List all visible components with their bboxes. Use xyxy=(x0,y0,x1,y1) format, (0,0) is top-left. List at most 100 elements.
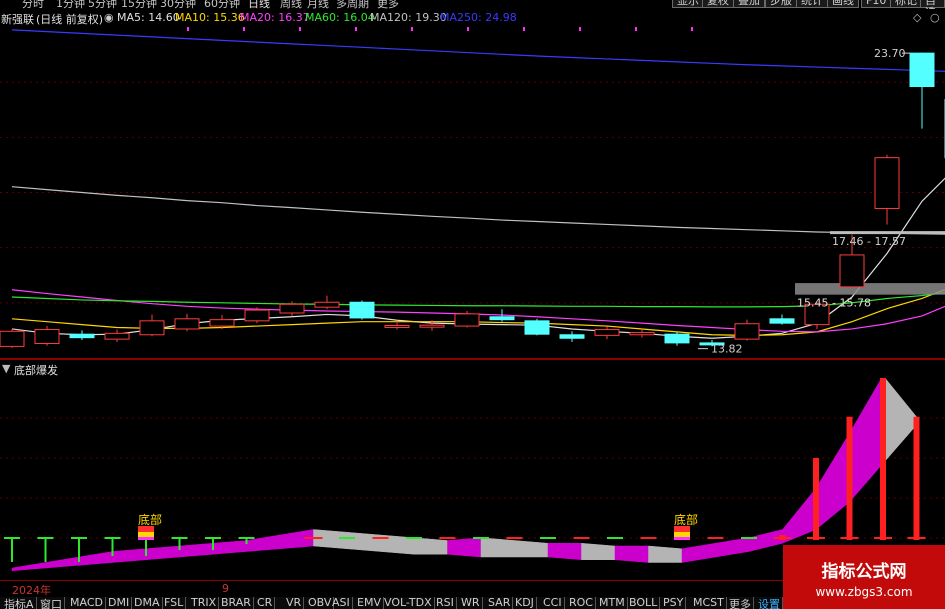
tab-period-more[interactable]: 更多 xyxy=(377,0,399,9)
indicator-tab[interactable]: FSL xyxy=(162,597,187,609)
candle xyxy=(104,332,130,340)
tab-period-weekly[interactable]: 周线 xyxy=(280,0,302,9)
ma10-legend: MA10: 15.36 xyxy=(175,11,245,24)
ma20-legend: MA20: 16.37 xyxy=(240,11,310,24)
resistance-zone-label: 17.46 - 17.57 xyxy=(832,235,906,248)
watermark-logo: 指标公式网 www.zbgs3.com xyxy=(783,545,945,609)
signal-label: 底部 xyxy=(138,512,162,527)
support-zone-label: 15.45 - 15.78 xyxy=(797,297,871,310)
red-bar xyxy=(913,416,920,540)
candle xyxy=(34,329,60,344)
ma120-line xyxy=(11,186,945,235)
tab-period-multi[interactable]: 多周期 xyxy=(336,0,369,9)
adjust-button[interactable]: 复权 xyxy=(702,0,734,8)
band-segment xyxy=(11,562,46,572)
candle xyxy=(734,323,760,340)
indicator-tab[interactable]: 窗口 xyxy=(38,597,65,609)
band-segment xyxy=(681,542,716,563)
indicator-tab[interactable]: TRIX xyxy=(189,597,220,609)
indicator-name: 底部爆发 xyxy=(14,364,58,377)
top-marker xyxy=(411,27,413,31)
stats-button[interactable]: 统计 xyxy=(796,0,828,8)
indicator-tab[interactable]: DMA xyxy=(132,597,163,609)
indicator-tab[interactable]: MACD xyxy=(68,597,106,609)
candle xyxy=(559,334,585,339)
indicator-tab[interactable]: WR xyxy=(459,597,483,609)
watchlist-button[interactable]: 自选 xyxy=(920,0,945,9)
tab-period-2[interactable]: 1分钟 xyxy=(56,0,85,9)
red-bar xyxy=(846,416,853,540)
diamond-icon[interactable]: ◇ xyxy=(913,11,921,24)
indicator-tab[interactable]: ROC xyxy=(567,597,596,609)
band-segment xyxy=(45,556,80,569)
step-button[interactable]: 步版 xyxy=(765,0,797,8)
indicator-tab[interactable]: CR xyxy=(255,597,276,609)
candle xyxy=(384,324,410,328)
ma250-line xyxy=(11,29,945,72)
band-segment xyxy=(447,537,482,558)
indicator-tab[interactable]: BRAR xyxy=(219,597,254,609)
indicator-tab[interactable]: PSY xyxy=(661,597,687,609)
signal-marker-magenta xyxy=(674,537,690,540)
indicator-tab[interactable]: ASI xyxy=(330,597,353,609)
band-segment xyxy=(279,529,314,550)
chevron-down-icon[interactable]: ▼ xyxy=(2,362,10,375)
red-bar xyxy=(880,378,886,540)
tab-period-6[interactable]: 60分钟 xyxy=(204,0,240,9)
ma60-legend: MA60: 16.04 xyxy=(305,11,375,24)
indicator-tab[interactable]: RSI xyxy=(434,597,457,609)
band-segment xyxy=(882,378,917,465)
band-segment xyxy=(313,529,348,550)
band-segment xyxy=(581,542,616,560)
band-segment xyxy=(648,545,683,563)
draw-line-button[interactable]: 画线 xyxy=(827,0,859,8)
indicator-tab[interactable]: CCI xyxy=(541,597,565,609)
pane-divider[interactable] xyxy=(0,358,945,360)
circle-icon[interactable]: ○ xyxy=(930,11,940,24)
band-segment xyxy=(614,545,649,563)
band-segment xyxy=(212,540,247,555)
candle xyxy=(244,309,270,322)
high-price-label: 23.70 xyxy=(874,47,906,60)
tab-period-daily[interactable]: 日线 xyxy=(248,0,270,9)
watermark-url: www.zbgs3.com xyxy=(815,585,913,599)
indicator-tab[interactable]: SAR xyxy=(486,597,514,609)
tab-period-1[interactable]: 分时 xyxy=(22,0,44,9)
candle xyxy=(909,52,935,88)
ma5-legend: MA5: 14.60 xyxy=(117,11,180,24)
candle xyxy=(664,333,690,344)
stock-name: 新强联 xyxy=(1,13,34,26)
price-chart[interactable]: 23.70 13.82 17.46 - 17.57 15.45 - 15.78 xyxy=(0,27,945,358)
top-marker xyxy=(579,27,581,31)
settings-circle-icon[interactable]: ◉ xyxy=(104,11,114,24)
indicator-tab[interactable]: BOLL xyxy=(627,597,661,609)
band-segment xyxy=(715,537,750,558)
band-segment xyxy=(112,548,147,563)
indicator-tab[interactable]: MTM xyxy=(597,597,628,609)
overlay-button[interactable]: 叠加 xyxy=(733,0,765,8)
tab-period-5[interactable]: 30分钟 xyxy=(160,0,196,9)
tab-period-3[interactable]: 5分钟 xyxy=(88,0,117,9)
indicator-tab[interactable]: 更多 xyxy=(727,597,754,609)
indicator-tab[interactable]: KDJ xyxy=(513,597,537,609)
indicator-tab[interactable]: VOL-TDX xyxy=(382,597,435,609)
f10-button[interactable]: F10 xyxy=(861,0,892,8)
indicator-tab[interactable]: 设置 xyxy=(756,597,783,609)
signal-marker-magenta xyxy=(138,537,154,540)
signal-label: 底部 xyxy=(674,512,698,527)
candle xyxy=(209,319,235,327)
indicator-tab[interactable]: EMV xyxy=(355,597,384,609)
band-segment xyxy=(78,551,113,566)
indicator-tab[interactable]: 指标A xyxy=(2,597,37,609)
tab-period-monthly[interactable]: 月线 xyxy=(307,0,329,9)
indicator-tab[interactable]: MCST xyxy=(691,597,727,609)
candle xyxy=(279,303,305,314)
display-button[interactable]: 显示 xyxy=(672,0,704,8)
candle xyxy=(839,254,865,288)
signal-marker-yellow xyxy=(674,532,690,537)
indicator-tab[interactable]: DMI xyxy=(106,597,133,609)
mark-button[interactable]: 标记 xyxy=(890,0,922,8)
indicator-tab[interactable]: VR xyxy=(284,597,305,609)
tab-period-4[interactable]: 15分钟 xyxy=(121,0,157,9)
top-marker xyxy=(635,27,637,31)
